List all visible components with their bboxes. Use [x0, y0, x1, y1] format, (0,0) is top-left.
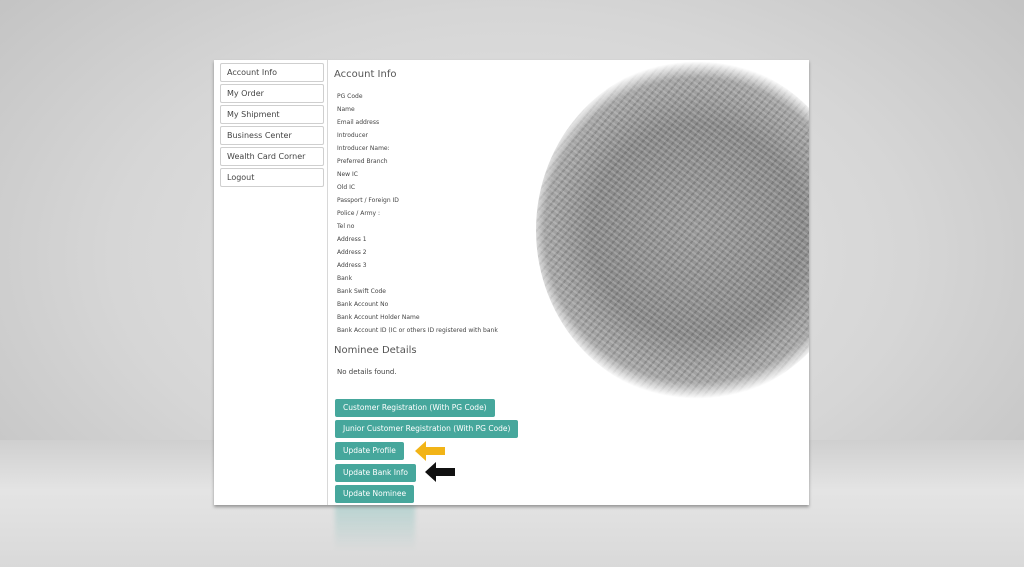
field-label-introducer: Introducer: [337, 132, 368, 139]
update-bank-info-button[interactable]: Update Bank Info: [335, 464, 416, 482]
blur-overlay-texture: [536, 60, 809, 400]
sidebar-item-account-info[interactable]: Account Info: [220, 63, 324, 82]
field-label-bank: Bank: [337, 275, 353, 282]
field-label-bank-swift: Bank Swift Code: [337, 288, 386, 295]
sidebar-item-logout[interactable]: Logout: [220, 168, 324, 187]
black-arrow-icon: [425, 462, 455, 482]
field-label-tel: Tel no: [337, 223, 355, 230]
sidebar: Account Info My Order My Shipment Busine…: [214, 60, 328, 505]
field-label-preferred-branch: Preferred Branch: [337, 158, 388, 165]
app-window: Account Info My Order My Shipment Busine…: [214, 60, 809, 505]
field-label-new-ic: New IC: [337, 171, 358, 178]
nominee-empty-text: No details found.: [337, 368, 397, 376]
field-label-bank-holder: Bank Account Holder Name: [337, 314, 420, 321]
yellow-arrow-icon: [415, 441, 445, 461]
field-label-old-ic: Old IC: [337, 184, 356, 191]
main-content: Account Info PG Code Name Email address …: [328, 60, 809, 505]
field-label-police-army: Police / Army :: [337, 210, 381, 217]
window-reflection: [335, 505, 415, 550]
nominee-details-heading: Nominee Details: [334, 345, 417, 356]
field-label-bank-account-no: Bank Account No: [337, 301, 389, 308]
sidebar-item-my-order[interactable]: My Order: [220, 84, 324, 103]
field-label-address-1: Address 1: [337, 236, 367, 243]
customer-registration-button[interactable]: Customer Registration (With PG Code): [335, 399, 495, 417]
field-label-address-3: Address 3: [337, 262, 367, 269]
field-label-bank-account-id: Bank Account ID (IC or others ID registe…: [337, 327, 498, 334]
field-label-pg-code: PG Code: [337, 93, 363, 100]
sidebar-item-my-shipment[interactable]: My Shipment: [220, 105, 324, 124]
field-label-name: Name: [337, 106, 355, 113]
field-label-passport: Passport / Foreign ID: [337, 197, 399, 204]
sidebar-item-wealth-card-corner[interactable]: Wealth Card Corner: [220, 147, 324, 166]
update-profile-button[interactable]: Update Profile: [335, 442, 404, 460]
update-nominee-button[interactable]: Update Nominee: [335, 485, 415, 503]
field-label-address-2: Address 2: [337, 249, 367, 256]
field-label-email: Email address: [337, 119, 380, 126]
field-label-introducer-name: Introducer Name:: [337, 145, 390, 152]
junior-customer-registration-button[interactable]: Junior Customer Registration (With PG Co…: [335, 420, 519, 438]
account-info-heading: Account Info: [334, 69, 397, 80]
sidebar-item-business-center[interactable]: Business Center: [220, 126, 324, 145]
